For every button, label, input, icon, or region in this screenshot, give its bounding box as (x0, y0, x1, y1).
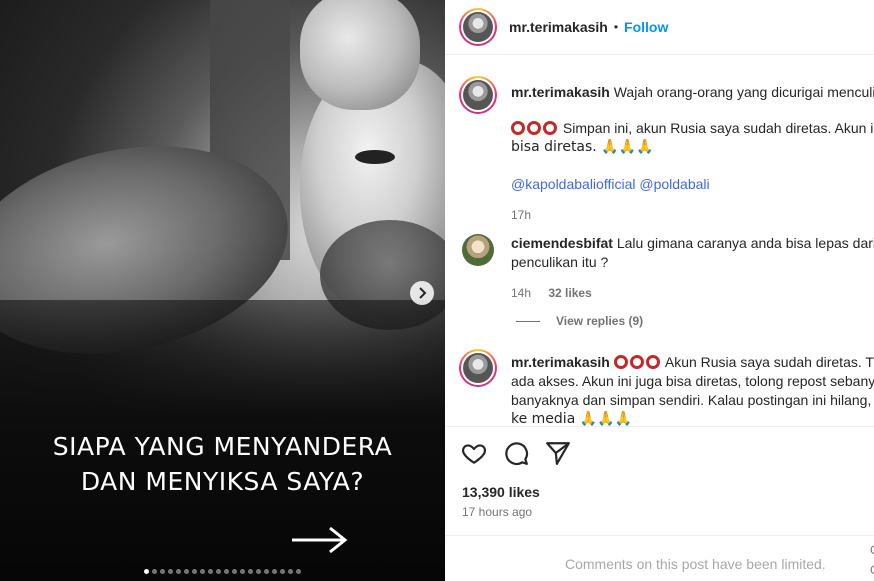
avatar[interactable] (462, 234, 494, 266)
post-header: mr.terimakasih • Follow (445, 0, 874, 55)
carousel-dot (264, 569, 269, 574)
caption-line1: Wajah orang-orang yang dicurigai menculi… (613, 84, 874, 100)
post-side-panel: mr.terimakasih • Follow mr.terimakasih W… (445, 0, 874, 581)
carousel-dot (160, 569, 165, 574)
caption: mr.terimakasih Wajah orang-orang yang di… (459, 76, 874, 225)
comment-username[interactable]: mr.terimakasih (511, 354, 610, 370)
carousel-dot (176, 569, 181, 574)
follow-button[interactable]: Follow (624, 19, 668, 35)
photo-eye (355, 150, 395, 164)
carousel-dot (272, 569, 277, 574)
comment-text-line2: ada akses. Akun ini juga bisa diretas, t… (511, 373, 874, 389)
likes-count[interactable]: 13,390 likes (462, 484, 540, 500)
caption-time[interactable]: 17h (511, 206, 874, 225)
overlay-text-line1: SIAPA YANG MENYANDERA (52, 432, 393, 461)
overlay-text-line2: DAN MENYIKSA SAYA? (80, 467, 365, 496)
red-circle-icon (645, 355, 660, 369)
comment: ciemendesbifat Lalu gimana caranya anda … (459, 234, 874, 303)
avatar[interactable] (459, 76, 497, 114)
edge-glyph: G (870, 543, 874, 557)
carousel-dot (168, 569, 173, 574)
replies-divider (516, 320, 540, 322)
edge-glyph: G (870, 563, 874, 577)
red-circle-icon (511, 121, 525, 135)
share-icon[interactable] (545, 440, 571, 466)
view-replies-label: View replies (9) (556, 314, 644, 328)
comment-username[interactable]: ciemendesbifat (511, 235, 613, 251)
comment-text-line3: banyaknya dan simpan sendiri. Kalau post… (511, 392, 874, 408)
carousel-dot (232, 569, 237, 574)
action-bar (461, 440, 571, 466)
comment-text-line2: penculikan itu ? (511, 254, 609, 270)
carousel-next-button[interactable] (410, 281, 434, 305)
arrow-right-icon (292, 526, 348, 554)
comment-text-line4: ke media 🙏🙏🙏 (511, 411, 633, 426)
carousel-dot (296, 569, 301, 574)
carousel-dot (224, 569, 229, 574)
carousel-indicator (0, 569, 445, 574)
carousel-dot (280, 569, 285, 574)
post-media[interactable]: SIAPA YANG MENYANDERA DAN MENYIKSA SAYA? (0, 0, 445, 581)
divider (445, 535, 874, 536)
red-circle-icon (629, 355, 644, 369)
carousel-dot (184, 569, 189, 574)
view-replies-button[interactable]: View replies (9) (516, 314, 643, 328)
chevron-right-icon (419, 287, 427, 299)
comment-likes[interactable]: 32 likes (548, 286, 591, 300)
caption-line2: Simpan ini, akun Rusia saya sudah direta… (562, 120, 874, 136)
comments-scroll[interactable]: mr.terimakasih Wajah orang-orang yang di… (445, 56, 874, 426)
caption-mentions[interactable]: @kapoldabaliofficial @poldabali (511, 175, 874, 194)
comment-time[interactable]: 14h (511, 286, 531, 300)
red-circle-icon (527, 121, 541, 135)
carousel-dot (288, 569, 293, 574)
comment-text-line1: Lalu gimana caranya anda bisa lepas dari (616, 235, 874, 251)
posted-time[interactable]: 17 hours ago (462, 505, 532, 519)
avatar[interactable] (459, 349, 497, 387)
carousel-dot (248, 569, 253, 574)
caption-line3: bisa diretas. 🙏🙏🙏 (511, 139, 654, 155)
carousel-dot (152, 569, 157, 574)
carousel-dot (208, 569, 213, 574)
carousel-dot (240, 569, 245, 574)
divider (445, 426, 874, 427)
comment-icon[interactable] (503, 440, 529, 466)
red-circle-icon (543, 121, 557, 135)
comment: mr.terimakasih Akun Rusia saya sudah dir… (459, 349, 874, 426)
carousel-dot (256, 569, 261, 574)
caption-username[interactable]: mr.terimakasih (511, 84, 610, 100)
carousel-dot (144, 569, 149, 574)
header-separator: • (613, 20, 619, 34)
like-heart-icon[interactable] (461, 440, 487, 466)
comment-text-line1: Akun Rusia saya sudah diretas. Ti (664, 354, 874, 370)
carousel-dot (192, 569, 197, 574)
comments-limited-notice: Comments on this post have been limited. (565, 556, 826, 572)
red-circle-icon (613, 355, 628, 369)
avatar[interactable] (459, 8, 497, 46)
photo-hand (300, 0, 420, 110)
carousel-dot (216, 569, 221, 574)
carousel-dot (200, 569, 205, 574)
header-username[interactable]: mr.terimakasih (509, 19, 608, 35)
